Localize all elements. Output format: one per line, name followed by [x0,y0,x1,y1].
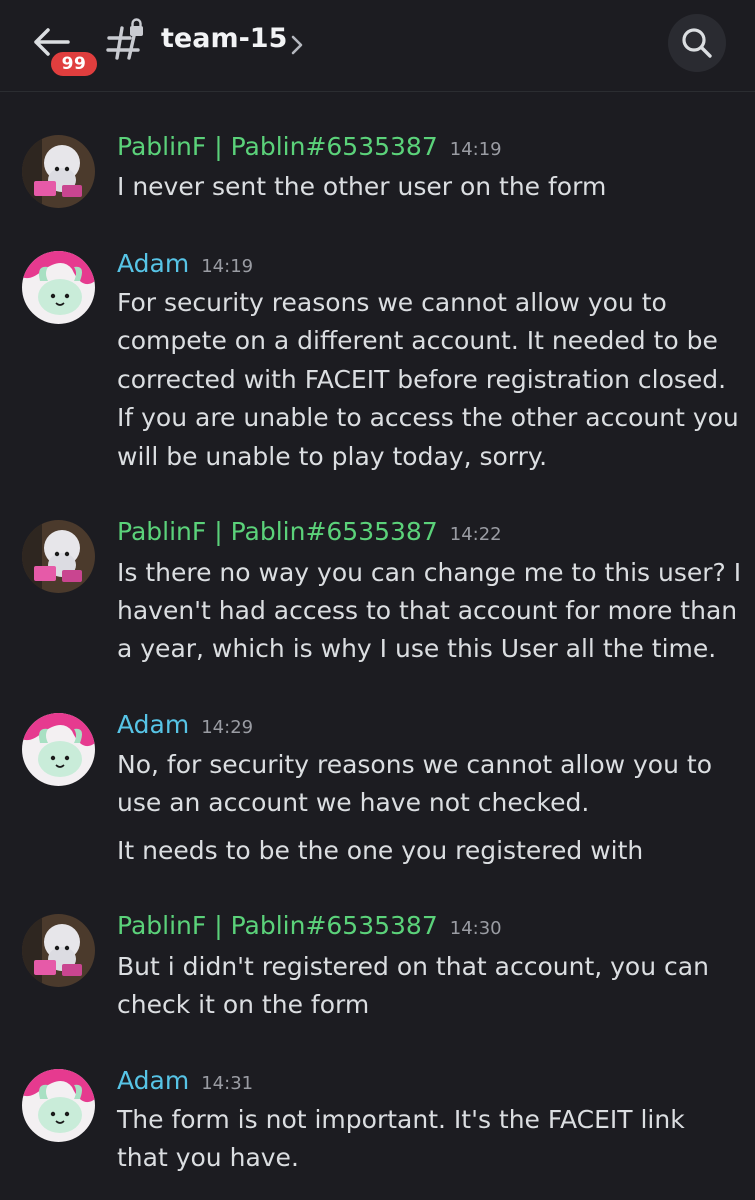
message-text: check it on the form [117,990,370,1019]
message-text: For security reasons we cannot allow you… [117,288,667,317]
locked-hashtag-icon [104,18,150,64]
message-text: corrected with FACEIT before registratio… [117,365,727,394]
message-text: I never sent the other user on the form [117,172,607,201]
search-button[interactable] [668,14,726,72]
unread-badge: 99 [48,49,100,79]
channel-name[interactable]: team-15 [161,23,287,54]
message-text: use an account we have not checked. [117,788,590,817]
message-text: It needs to be the one you registered wi… [117,836,644,865]
timestamp: 14:19 [201,256,254,277]
message-text: Is there no way you can change me to thi… [117,558,742,587]
timestamp: 14:31 [201,1073,254,1094]
avatar-pablin[interactable] [22,135,95,208]
avatar-adam[interactable] [22,251,95,324]
author-name[interactable]: Adam [117,1066,189,1095]
author-name[interactable]: PablinF | Pablin#6535387 [117,517,438,546]
timestamp: 14:30 [449,918,502,939]
chevron-right-icon[interactable] [290,33,304,57]
avatar-pablin[interactable] [22,520,95,593]
author-name[interactable]: PablinF | Pablin#6535387 [117,911,438,940]
message-text: a year, which is why I use this User all… [117,634,717,663]
avatar-adam[interactable] [22,1069,95,1142]
message-text: compete on a different account. It neede… [117,326,718,355]
search-icon [682,28,712,58]
author-name[interactable]: Adam [117,710,189,739]
message-text: If you are unable to access the other ac… [117,403,739,432]
message-text: will be unable to play today, sorry. [117,442,548,471]
timestamp: 14:19 [449,139,502,160]
avatar-adam[interactable] [22,713,95,786]
channel-header: 99 team-15 [0,0,755,92]
avatar-pablin[interactable] [22,914,95,987]
message-text: No, for security reasons we cannot allow… [117,750,712,779]
author-name[interactable]: PablinF | Pablin#6535387 [117,132,438,161]
author-name[interactable]: Adam [117,249,189,278]
message-text: But i didn't registered on that account,… [117,952,709,981]
message-text: that you have. [117,1143,299,1172]
timestamp: 14:29 [201,717,254,738]
message-text: haven't had access to that account for m… [117,596,738,625]
message-text: The form is not important. It's the FACE… [117,1105,685,1134]
timestamp: 14:22 [449,524,502,545]
